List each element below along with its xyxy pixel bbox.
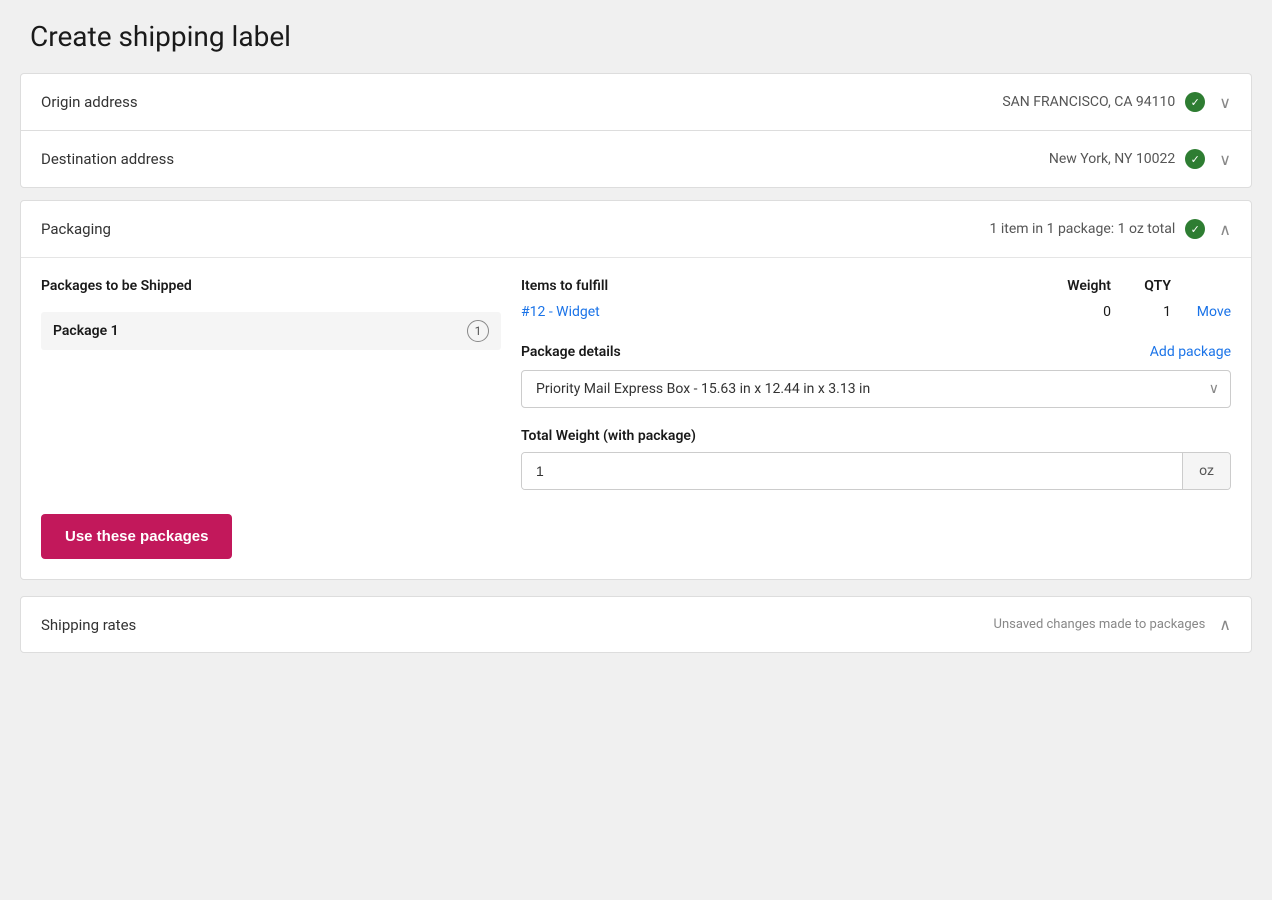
package-type-select-container[interactable]: Priority Mail Express Box - 15.63 in x 1… (521, 370, 1231, 408)
package-details-label: Package details (521, 344, 621, 360)
origin-address-section[interactable]: Origin address SAN FRANCISCO, CA 94110 ✓… (20, 73, 1252, 130)
unsaved-changes-label: Unsaved changes made to packages (994, 617, 1206, 632)
packaging-label: Packaging (41, 220, 111, 238)
item-link[interactable]: #12 - Widget (521, 304, 1011, 320)
total-weight-label: Total Weight (with package) (521, 428, 1231, 444)
origin-chevron-icon: ∨ (1219, 93, 1231, 112)
shipping-rates-chevron-icon: ∧ (1219, 615, 1231, 634)
weight-unit: oz (1182, 453, 1230, 489)
package-1-name: Package 1 (53, 323, 467, 339)
shipping-rates-section[interactable]: Shipping rates Unsaved changes made to p… (20, 596, 1252, 653)
origin-value: SAN FRANCISCO, CA 94110 (1002, 94, 1175, 110)
weight-input-row: oz (521, 452, 1231, 490)
items-column-header: Items to fulfill (521, 278, 1011, 294)
add-package-link[interactable]: Add package (1150, 344, 1231, 360)
package-1-badge: 1 (467, 320, 489, 342)
packaging-summary: 1 item in 1 package: 1 oz total (990, 221, 1176, 237)
packaging-header[interactable]: Packaging 1 item in 1 package: 1 oz tota… (21, 201, 1251, 258)
weight-input[interactable] (522, 453, 1182, 489)
item-qty: 1 (1111, 304, 1171, 320)
item-row: #12 - Widget 0 1 Move (521, 304, 1231, 320)
shipping-rates-label: Shipping rates (41, 616, 136, 634)
packaging-chevron-icon: ∧ (1219, 220, 1231, 239)
packaging-section: Packaging 1 item in 1 package: 1 oz tota… (20, 200, 1252, 580)
move-button[interactable]: Move (1171, 304, 1231, 320)
origin-label: Origin address (41, 93, 138, 111)
destination-address-section[interactable]: Destination address New York, NY 10022 ✓… (20, 130, 1252, 188)
package-1-row[interactable]: Package 1 1 (41, 312, 501, 350)
destination-value: New York, NY 10022 (1049, 151, 1175, 167)
packaging-check-icon: ✓ (1185, 219, 1205, 239)
destination-check-icon: ✓ (1185, 149, 1205, 169)
package-type-select[interactable]: Priority Mail Express Box - 15.63 in x 1… (521, 370, 1231, 408)
qty-column-header: QTY (1111, 278, 1171, 294)
total-weight-section: Total Weight (with package) oz (521, 428, 1231, 490)
destination-chevron-icon: ∨ (1219, 150, 1231, 169)
item-weight: 0 (1011, 304, 1111, 320)
use-packages-button[interactable]: Use these packages (41, 514, 232, 559)
origin-check-icon: ✓ (1185, 92, 1205, 112)
packages-column-header: Packages to be Shipped (41, 278, 501, 304)
package-details: Package details Add package Priority Mai… (521, 344, 1231, 490)
page-title: Create shipping label (20, 20, 1252, 53)
weight-column-header: Weight (1011, 278, 1111, 294)
destination-label: Destination address (41, 150, 174, 168)
